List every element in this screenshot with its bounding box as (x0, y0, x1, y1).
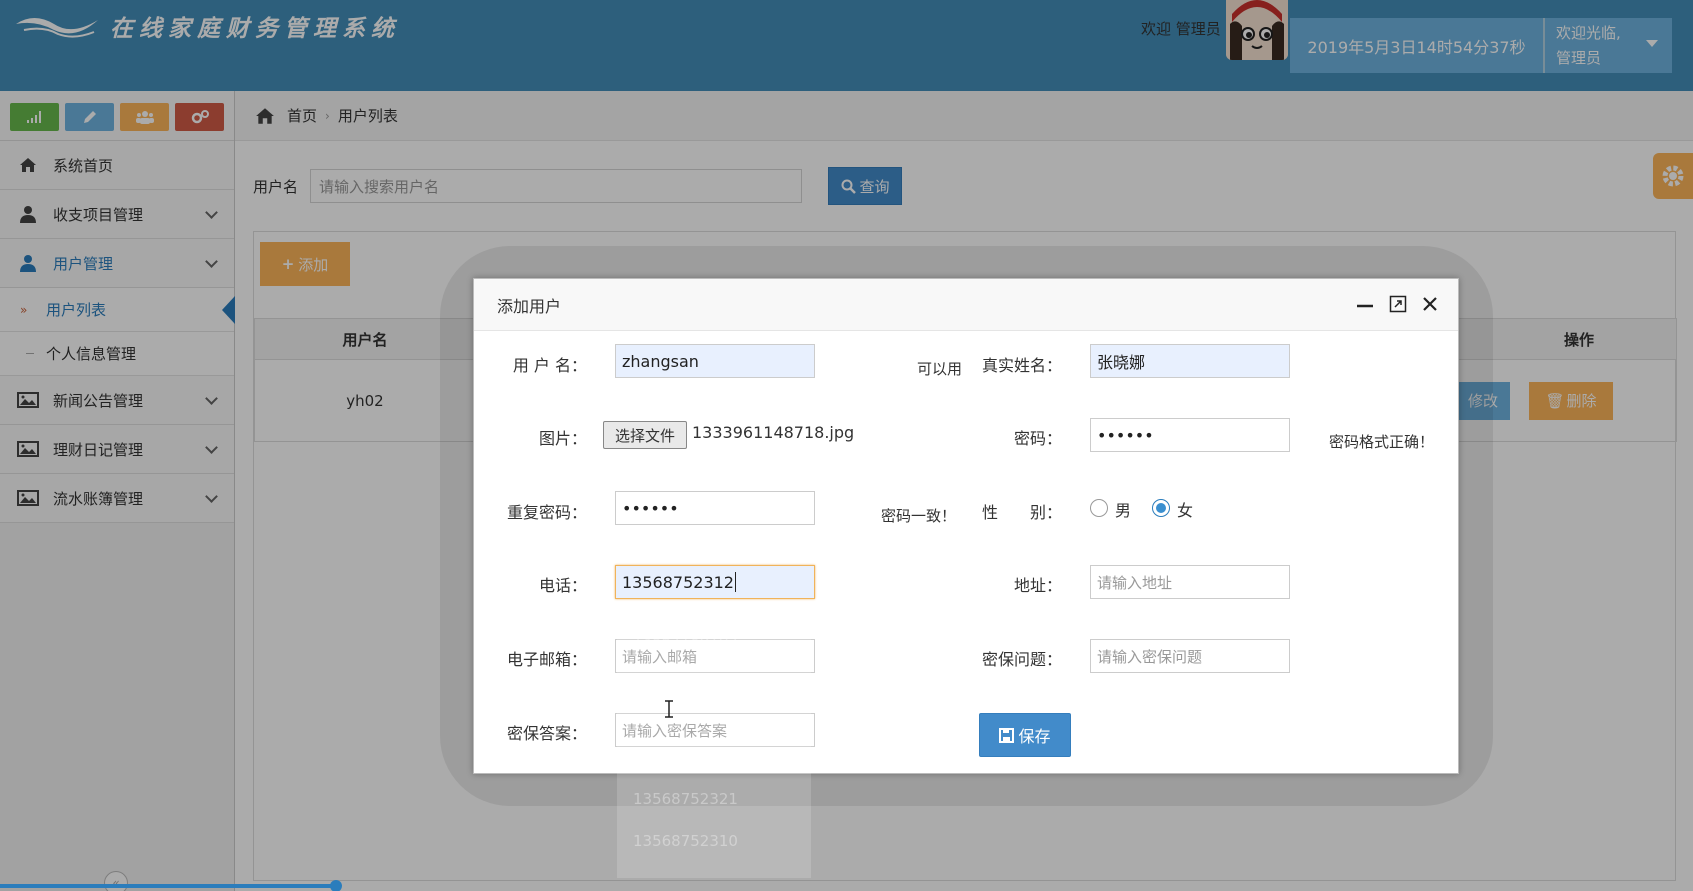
dialog-title: 添加用户 (474, 279, 1458, 331)
phone-autocomplete-list: 13567189102 13568752111 13568752145 1356… (617, 620, 811, 878)
realname-input[interactable]: 张晓娜 (1090, 344, 1290, 378)
repeat-password-label: 重复密码： (506, 503, 587, 522)
repeat-password-input[interactable]: •••••• (615, 491, 815, 525)
phone-input[interactable]: 13568752312 (615, 565, 815, 599)
username-label: 用 户 名： (512, 356, 587, 375)
save-button[interactable]: 保存 (979, 713, 1071, 757)
email-label: 电子邮箱： (506, 650, 587, 669)
question-label: 密保问题： (981, 650, 1062, 669)
gender-male-radio[interactable] (1090, 499, 1108, 517)
text-caret (734, 572, 736, 592)
progress-handle[interactable] (330, 880, 342, 891)
address-input[interactable]: 请输入地址 (1090, 565, 1290, 599)
address-label: 地址： (1013, 576, 1062, 595)
close-icon (1423, 297, 1437, 311)
gender-male-label: 男 (1115, 501, 1132, 520)
username-input[interactable]: zhangsan (615, 344, 815, 378)
image-label: 图片： (538, 429, 587, 448)
progress-bar (0, 884, 335, 888)
list-item[interactable]: 13567189102 (617, 620, 811, 662)
phone-label: 电话： (538, 576, 587, 595)
close-button[interactable] (1419, 293, 1441, 315)
file-name: 1333961148718.jpg (692, 423, 855, 442)
minimize-icon (1357, 304, 1373, 308)
list-item[interactable]: 13568752145 (617, 736, 811, 778)
list-item[interactable]: 13568752111 (617, 662, 811, 704)
password-label: 密码： (1013, 429, 1062, 448)
phone-value: 13568752312 (622, 572, 734, 592)
text-cursor-icon (665, 700, 673, 718)
gender-label: 性 别： (981, 503, 1062, 522)
gender-female-label: 女 (1177, 501, 1194, 520)
minimize-button[interactable] (1354, 293, 1376, 315)
security-question-input[interactable]: 请输入密保问题 (1090, 639, 1290, 673)
list-item[interactable]: 13568752321 (617, 778, 811, 820)
gender-female-radio[interactable] (1152, 499, 1170, 517)
repeat-password-hint: 密码一致！ (881, 507, 957, 525)
realname-label: 真实姓名： (981, 356, 1062, 375)
password-input[interactable]: •••••• (1090, 418, 1290, 452)
list-item[interactable]: 13568752310 (617, 820, 811, 862)
choose-file-button[interactable]: 选择文件 (603, 421, 687, 449)
password-hint: 密码格式正确！ (1329, 433, 1435, 451)
maximize-button[interactable] (1387, 293, 1409, 315)
answer-label: 密保答案： (506, 724, 587, 743)
maximize-icon (1389, 295, 1407, 313)
save-button-label: 保存 (1018, 727, 1051, 746)
floppy-icon (999, 727, 1015, 743)
